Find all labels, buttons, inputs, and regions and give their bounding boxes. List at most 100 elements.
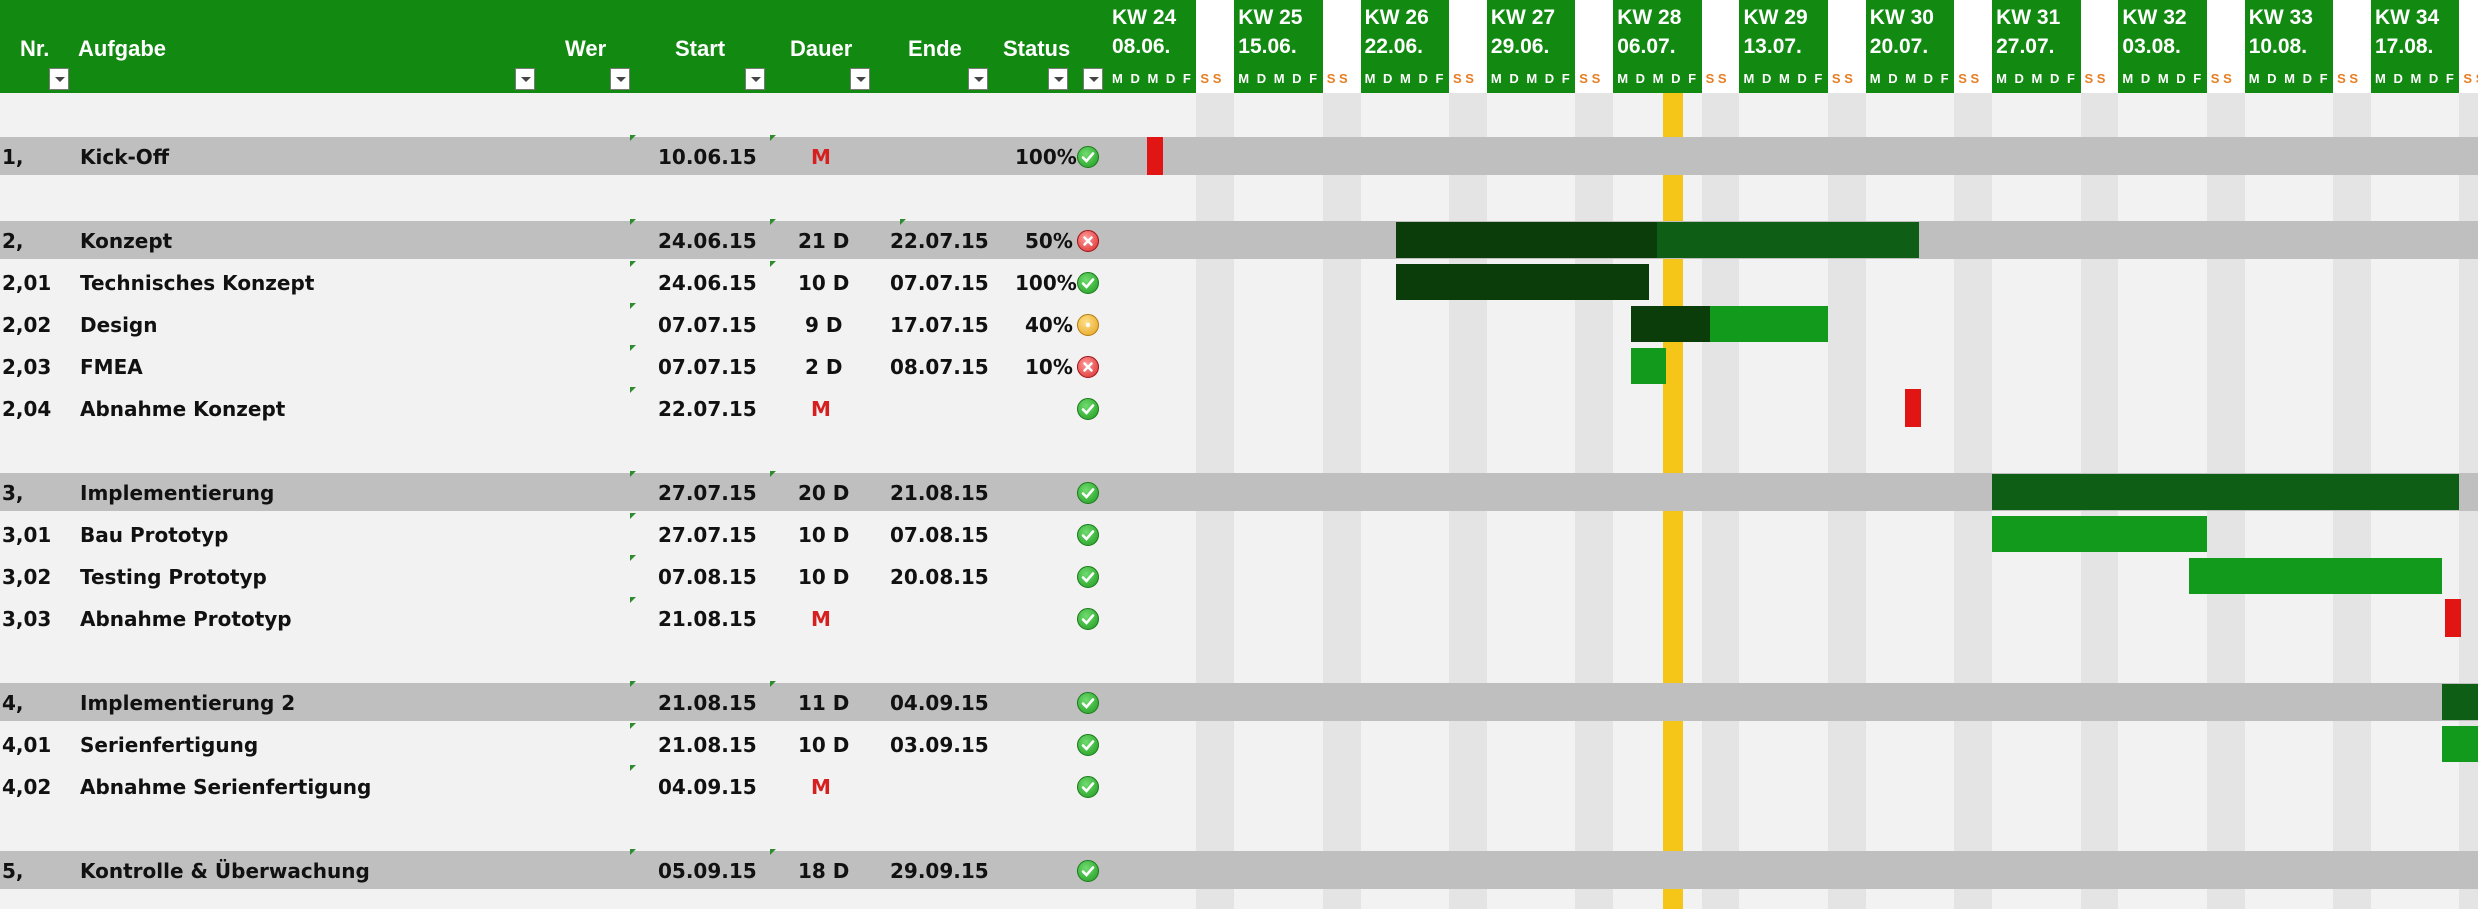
- col-header-aufgabe: Aufgabe: [78, 36, 166, 61]
- comment-indicator: [630, 765, 636, 771]
- task-name: Bau Prototyp: [80, 523, 229, 547]
- percent-complete: 50%: [1025, 229, 1073, 253]
- weekend-label: S S: [1453, 71, 1474, 86]
- filter-button-dauer[interactable]: [850, 68, 870, 90]
- check-circle-icon: [1077, 398, 1099, 420]
- task-number: 4,02: [2, 775, 52, 799]
- gantt-bar: [1630, 348, 1667, 384]
- filter-button-status[interactable]: [1048, 68, 1068, 90]
- task-number: 5,: [2, 859, 24, 883]
- weekday-letters: M D M D F: [1112, 71, 1193, 86]
- group-row[interactable]: 5, Kontrolle & Überwachung 05.09.15 18 D 29.…: [0, 849, 2478, 889]
- task-row[interactable]: 2,01 Technisches Konzept 24.06.15 10 D 07.07…: [0, 261, 2478, 303]
- duration: 21 D: [798, 229, 850, 253]
- comment-indicator: [900, 219, 906, 225]
- task-number: 2,04: [2, 397, 52, 421]
- task-row[interactable]: 3,02 Testing Prototyp 07.08.15 10 D 20.08.15: [0, 555, 2478, 597]
- group-row[interactable]: 4, Implementierung 2 21.08.15 11 D 04.09.15: [0, 681, 2478, 721]
- weekend-header-1: S S: [1322, 0, 1361, 93]
- task-row[interactable]: 2,02 Design 07.07.15 9 D 17.07.15 40%: [0, 303, 2478, 345]
- end-date: 20.08.15: [890, 565, 989, 589]
- warning-circle-icon: [1077, 314, 1099, 336]
- filter-button-icon[interactable]: [1083, 68, 1103, 90]
- start-date: 07.07.15: [658, 355, 757, 379]
- end-date: 07.08.15: [890, 523, 989, 547]
- task-number: 4,: [2, 691, 24, 715]
- duration: 10 D: [798, 565, 850, 589]
- check-circle-icon: [1077, 692, 1099, 714]
- task-number: 4,01: [2, 733, 52, 757]
- group-row[interactable]: 1, Kick-Off 10.06.15 M 100%: [0, 135, 2478, 175]
- check-circle-icon: [1077, 608, 1099, 630]
- blank-row[interactable]: [0, 177, 2478, 219]
- start-date: 21.08.15: [658, 691, 757, 715]
- gantt-bar-progress: [1395, 222, 1658, 258]
- filter-button-nr[interactable]: [49, 68, 69, 90]
- weekend-header-0: S S: [1196, 0, 1235, 93]
- gantt-bar: [1395, 222, 1919, 258]
- weekend-label: S S: [1831, 71, 1853, 86]
- week-header-3: KW 27 29.06. M D M D F: [1487, 0, 1575, 93]
- gantt-bar: [2189, 558, 2442, 594]
- comment-indicator: [630, 681, 636, 687]
- start-date: 24.06.15: [658, 229, 757, 253]
- week-header-5: KW 29 13.07. M D M D F: [1740, 0, 1828, 93]
- col-header-start: Start: [675, 36, 726, 61]
- task-name: Abnahme Serienfertigung: [80, 775, 372, 799]
- task-name: Konzept: [80, 229, 173, 253]
- week-date: 13.07.: [1743, 35, 1802, 58]
- end-date: 07.07.15: [890, 271, 989, 295]
- duration: M: [811, 145, 831, 169]
- duration: M: [811, 397, 831, 421]
- task-number: 1,: [2, 145, 24, 169]
- week-number: KW 32: [2122, 6, 2187, 29]
- task-number: 3,: [2, 481, 24, 505]
- task-name: Design: [80, 313, 158, 337]
- check-circle-icon: [1077, 734, 1099, 756]
- duration: 10 D: [798, 271, 850, 295]
- weekend-header-4: S S: [1701, 0, 1740, 93]
- end-date: 22.07.15: [890, 229, 989, 253]
- week-number: KW 26: [1364, 6, 1429, 29]
- weekend-label: S S: [1200, 71, 1222, 86]
- task-row[interactable]: 3,03 Abnahme Prototyp 21.08.15 M: [0, 597, 2478, 639]
- gantt-bar: [2441, 726, 2478, 762]
- comment-indicator: [630, 849, 636, 855]
- task-name: Implementierung: [80, 481, 275, 505]
- comment-indicator: [770, 471, 776, 477]
- end-date: 03.09.15: [890, 733, 989, 757]
- check-circle-icon: [1077, 566, 1099, 588]
- task-row[interactable]: 4,01 Serienfertigung 21.08.15 10 D 03.09.15: [0, 723, 2478, 765]
- end-date: 21.08.15: [890, 481, 989, 505]
- task-row[interactable]: 4,02 Abnahme Serienfertigung 04.09.15 M: [0, 765, 2478, 807]
- start-date: 27.07.15: [658, 481, 757, 505]
- filter-button-start[interactable]: [745, 68, 765, 90]
- task-name: Abnahme Prototyp: [80, 607, 292, 631]
- filter-button-wer[interactable]: [610, 68, 630, 90]
- week-date: 08.06.: [1112, 35, 1171, 58]
- comment-indicator: [630, 387, 636, 393]
- blank-row[interactable]: [0, 93, 2478, 135]
- filter-button-aufgabe[interactable]: [515, 68, 535, 90]
- group-row[interactable]: 2, Konzept 24.06.15 21 D 22.07.15 50%: [0, 219, 2478, 259]
- weekend-label: S S: [2463, 71, 2478, 86]
- blank-row[interactable]: [0, 429, 2478, 471]
- blank-row[interactable]: [0, 807, 2478, 849]
- week-header-6: KW 30 20.07. M D M D F: [1866, 0, 1954, 93]
- blank-row[interactable]: [0, 639, 2478, 681]
- task-row[interactable]: 2,04 Abnahme Konzept 22.07.15 M: [0, 387, 2478, 429]
- comment-indicator: [630, 513, 636, 519]
- weekday-letters: M D M D F: [2248, 71, 2330, 86]
- milestone-marker: [2445, 599, 2462, 637]
- task-number: 2,01: [2, 271, 52, 295]
- week-date: 17.08.: [2375, 35, 2434, 58]
- task-name: FMEA: [80, 355, 143, 379]
- gantt-bar-progress: [1395, 264, 1649, 300]
- task-row[interactable]: 2,03 FMEA 07.07.15 2 D 08.07.15 10%: [0, 345, 2478, 387]
- week-number: KW 28: [1617, 6, 1682, 29]
- filter-button-ende[interactable]: [968, 68, 988, 90]
- task-name: Kontrolle & Überwachung: [80, 859, 370, 883]
- percent-complete: 100%: [1015, 145, 1077, 169]
- comment-indicator: [630, 471, 636, 477]
- percent-complete: 10%: [1025, 355, 1073, 379]
